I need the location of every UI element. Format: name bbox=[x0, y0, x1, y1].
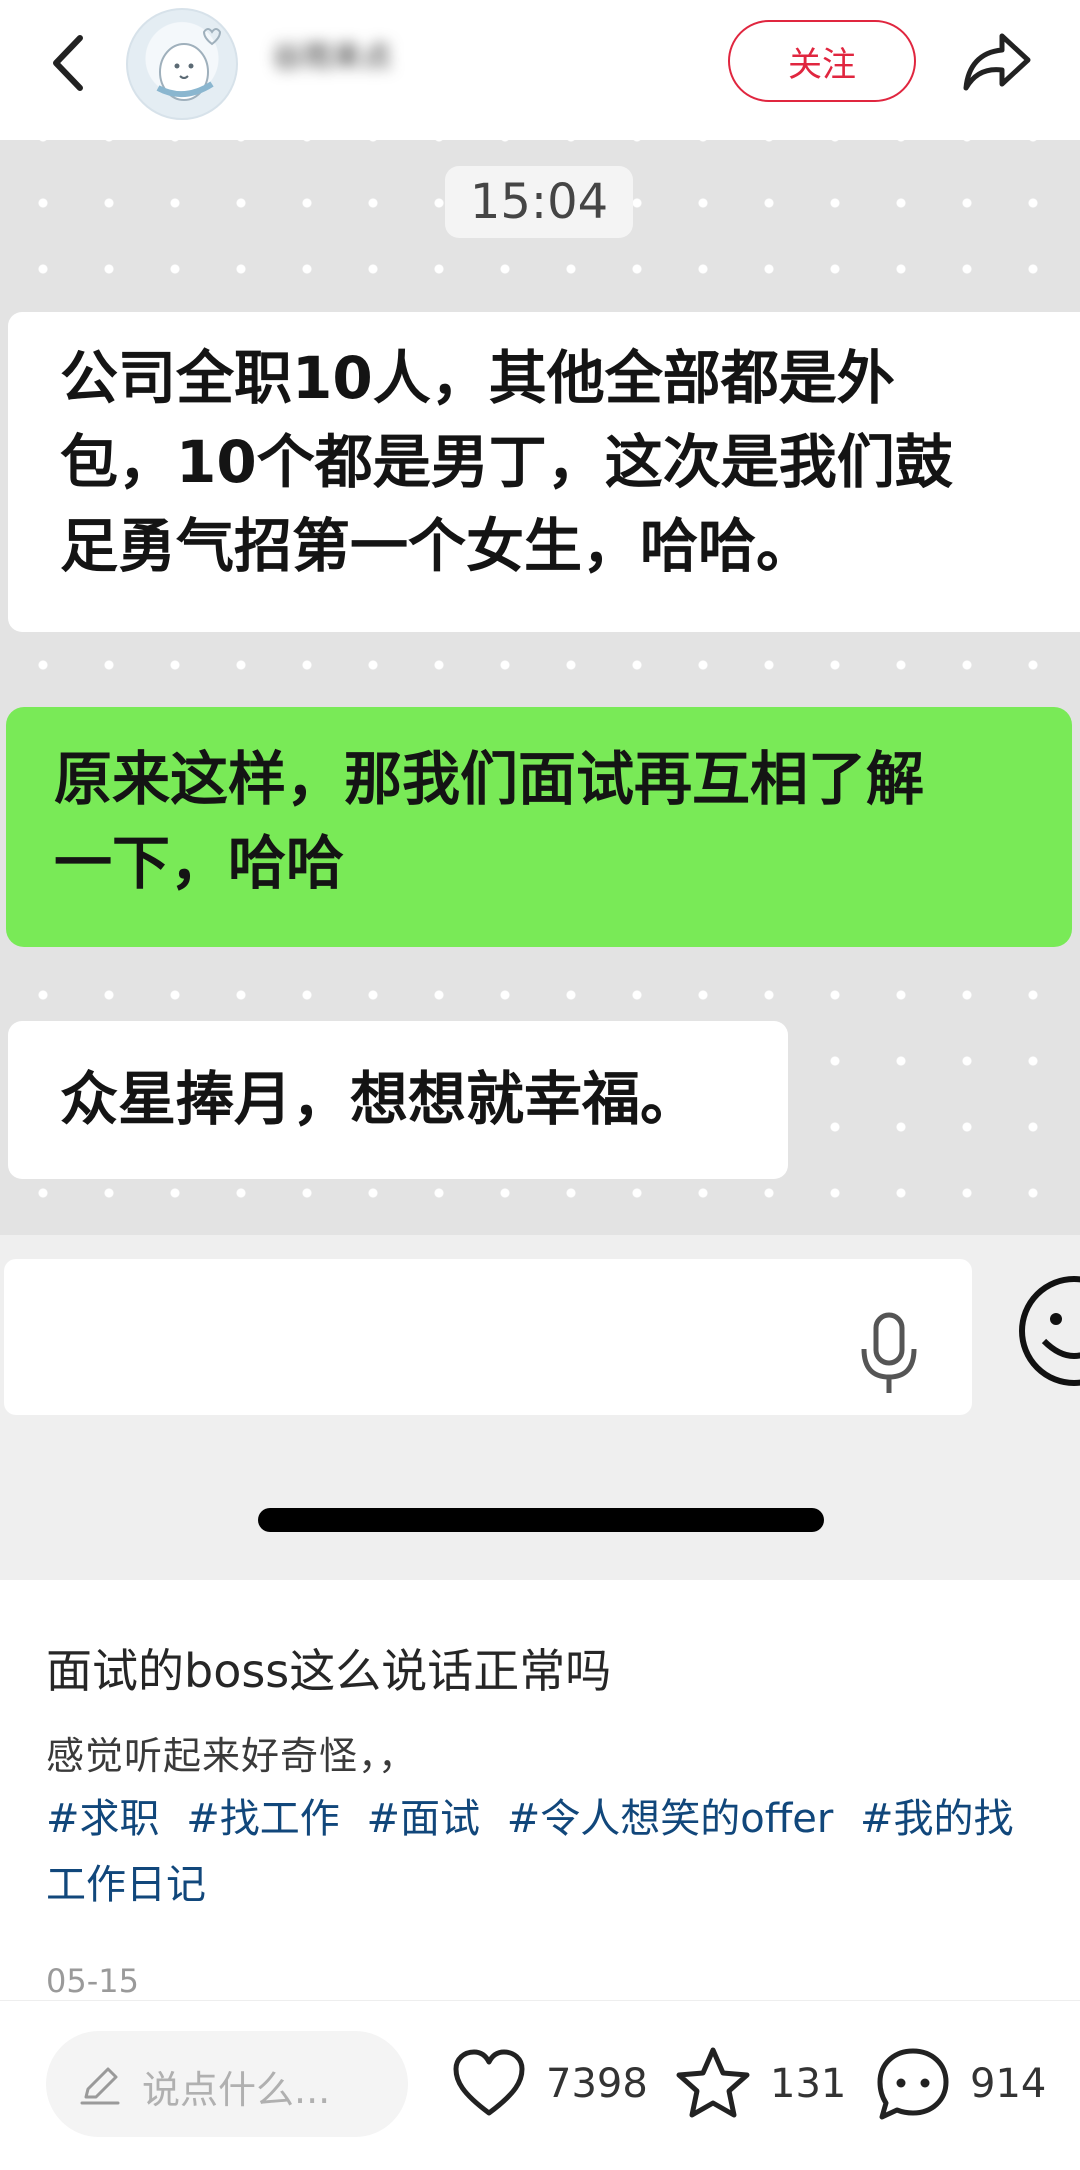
hashtag-link[interactable]: #面试 bbox=[366, 1796, 480, 1842]
comment-input[interactable]: 说点什么... bbox=[46, 2031, 408, 2137]
mic-icon bbox=[861, 1312, 917, 1393]
comment-button[interactable]: 914 bbox=[874, 2041, 1054, 2131]
home-indicator bbox=[258, 1508, 824, 1532]
note-title: 面试的boss这么说话正常吗 bbox=[46, 1644, 612, 1698]
pencil-icon bbox=[80, 2067, 120, 2105]
note-date: 05-15 bbox=[46, 1962, 139, 2000]
note-image[interactable]: 15:04 公司全职10人，其他全部都是外 包，10个都是男丁，这次是我们鼓 足… bbox=[0, 140, 1080, 1580]
collect-button[interactable]: 131 bbox=[674, 2041, 847, 2131]
back-arrow-icon bbox=[53, 35, 83, 91]
follow-button[interactable]: 关注 bbox=[728, 20, 916, 102]
avatar-illustration bbox=[156, 28, 222, 101]
share-button[interactable] bbox=[958, 24, 1034, 100]
heart-icon bbox=[453, 2049, 525, 2116]
note-header: 谷雨来点 关注 bbox=[0, 0, 1080, 140]
message-line: 一下，哈哈 bbox=[54, 829, 345, 897]
message-line: 公司全职10人，其他全部都是外 bbox=[60, 344, 895, 412]
message-bubble-sent: 原来这样，那我们面试再互相了解 一下，哈哈 bbox=[6, 707, 1072, 947]
star-icon bbox=[676, 2047, 750, 2118]
emoji-icon bbox=[1019, 1276, 1080, 1386]
message-line: 包，10个都是男丁，这次是我们鼓 bbox=[60, 428, 953, 496]
chat-input-box bbox=[4, 1259, 972, 1415]
comment-count: 914 bbox=[970, 2061, 1047, 2107]
like-count: 7398 bbox=[546, 2061, 648, 2107]
collect-count: 131 bbox=[770, 2061, 847, 2107]
message-line: 众星捧月，想想就幸福。 bbox=[60, 1065, 699, 1133]
message-bubble-received: 公司全职10人，其他全部都是外 包，10个都是男丁，这次是我们鼓 足勇气招第一个… bbox=[8, 312, 1080, 632]
comment-placeholder: 说点什么... bbox=[142, 2068, 331, 2112]
hashtag-link[interactable]: #求职 bbox=[46, 1796, 160, 1842]
chat-timestamp: 15:04 bbox=[445, 166, 633, 238]
hashtag-link[interactable]: #找工作 bbox=[186, 1796, 340, 1842]
note-description: 感觉听起来好奇怪，， bbox=[46, 1734, 418, 1778]
chat-input-area bbox=[0, 1235, 1080, 1580]
share-icon bbox=[963, 33, 1031, 91]
author-name[interactable]: 谷雨来点 bbox=[272, 38, 452, 78]
note-tags: #求职 #找工作 #面试 #令人想笑的offer #我的找工作日记 bbox=[46, 1786, 1036, 1918]
message-bubble-received: 众星捧月，想想就幸福。 bbox=[8, 1021, 788, 1179]
like-button[interactable]: 7398 bbox=[450, 2041, 648, 2131]
engagement-bar: 说点什么... 7398 131 914 bbox=[0, 2000, 1080, 2170]
author-avatar[interactable] bbox=[126, 8, 238, 120]
hashtag-link[interactable]: #令人想笑的offer bbox=[507, 1796, 834, 1842]
message-line: 原来这样，那我们面试再互相了解 bbox=[54, 745, 925, 813]
comment-icon bbox=[877, 2048, 949, 2120]
message-line: 足勇气招第一个女生，哈哈。 bbox=[60, 512, 815, 580]
back-button[interactable] bbox=[38, 28, 108, 98]
